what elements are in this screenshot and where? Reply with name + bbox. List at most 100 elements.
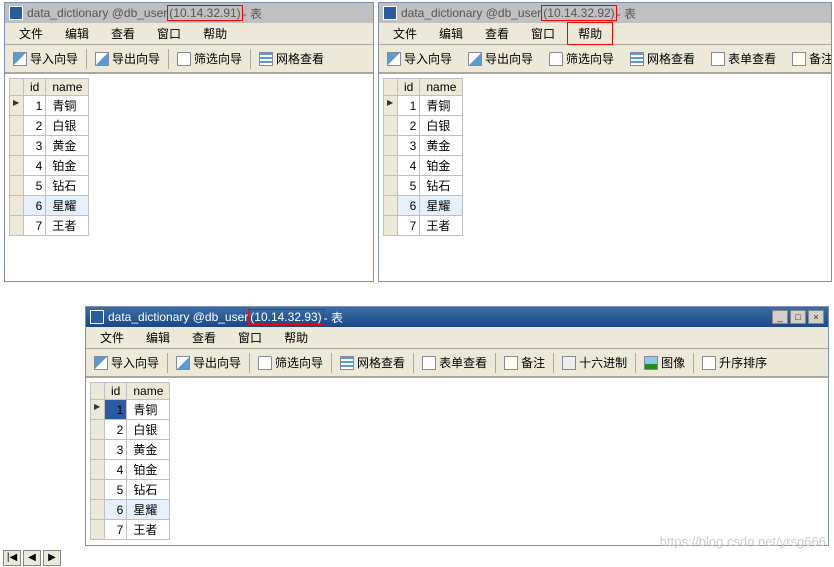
row-selector[interactable] (10, 216, 24, 236)
table-row[interactable]: 5钻石 (91, 480, 170, 500)
cell-name[interactable]: 钻石 (127, 480, 170, 500)
nav-prev[interactable]: ◀ (23, 550, 41, 566)
cell-name[interactable]: 白银 (46, 116, 89, 136)
toolbtn-hex[interactable]: 十六进制 (558, 352, 631, 373)
titlebar[interactable]: data_dictionary @db_user (10.14.32.92) -… (379, 3, 831, 23)
cell-id[interactable]: 6 (105, 500, 127, 520)
row-selector[interactable] (91, 420, 105, 440)
row-selector[interactable] (384, 116, 398, 136)
row-selector[interactable] (384, 176, 398, 196)
row-selector[interactable] (10, 176, 24, 196)
cell-name[interactable]: 星耀 (127, 500, 170, 520)
cell-name[interactable]: 铂金 (420, 156, 463, 176)
row-selector[interactable] (10, 136, 24, 156)
cell-id[interactable]: 4 (398, 156, 420, 176)
table-row[interactable]: 2白银 (384, 116, 463, 136)
row-selector[interactable] (384, 96, 398, 116)
cell-name[interactable]: 王者 (420, 216, 463, 236)
close-button[interactable]: × (808, 310, 824, 324)
titlebar[interactable]: data_dictionary @db_user (10.14.32.93) -… (86, 307, 828, 327)
col-name[interactable]: name (127, 383, 170, 400)
cell-name[interactable]: 铂金 (46, 156, 89, 176)
corner-cell[interactable] (384, 79, 398, 96)
titlebar[interactable]: data_dictionary @db_user (10.14.32.91) -… (5, 3, 373, 23)
toolbtn-sort[interactable]: 升序排序 (698, 352, 771, 373)
menu-2[interactable]: 查看 (101, 23, 145, 44)
cell-name[interactable]: 青铜 (127, 400, 170, 420)
col-name[interactable]: name (420, 79, 463, 96)
cell-id[interactable]: 6 (24, 196, 46, 216)
cell-id[interactable]: 1 (398, 96, 420, 116)
menu-3[interactable]: 窗口 (228, 327, 272, 348)
table-row[interactable]: 1青铜 (384, 96, 463, 116)
toolbtn-note[interactable]: 备注 (788, 48, 831, 69)
cell-name[interactable]: 黄金 (127, 440, 170, 460)
cell-name[interactable]: 青铜 (420, 96, 463, 116)
table-row[interactable]: 2白银 (10, 116, 89, 136)
row-selector[interactable] (384, 216, 398, 236)
cell-id[interactable]: 2 (398, 116, 420, 136)
row-selector[interactable] (10, 116, 24, 136)
table-row[interactable]: 4铂金 (384, 156, 463, 176)
col-id[interactable]: id (24, 79, 46, 96)
menu-4[interactable]: 帮助 (193, 23, 237, 44)
table-row[interactable]: 7王者 (384, 216, 463, 236)
row-selector[interactable] (384, 196, 398, 216)
corner-cell[interactable] (10, 79, 24, 96)
col-id[interactable]: id (105, 383, 127, 400)
cell-name[interactable]: 白银 (420, 116, 463, 136)
cell-id[interactable]: 1 (105, 400, 127, 420)
row-selector[interactable] (91, 400, 105, 420)
row-selector[interactable] (91, 460, 105, 480)
table-row[interactable]: 3黄金 (91, 440, 170, 460)
toolbtn-grid[interactable]: 网格查看 (255, 48, 328, 69)
toolbtn-export[interactable]: 导出向导 (91, 48, 164, 69)
maximize-button[interactable]: □ (790, 310, 806, 324)
col-name[interactable]: name (46, 79, 89, 96)
data-grid[interactable]: idname1青铜2白银3黄金4铂金5钻石6星耀7王者 (383, 78, 463, 236)
menu-0[interactable]: 文件 (90, 327, 134, 348)
cell-id[interactable]: 2 (24, 116, 46, 136)
cell-id[interactable]: 4 (24, 156, 46, 176)
table-row[interactable]: 2白银 (91, 420, 170, 440)
cell-id[interactable]: 3 (398, 136, 420, 156)
menu-1[interactable]: 编辑 (429, 23, 473, 44)
cell-id[interactable]: 6 (398, 196, 420, 216)
toolbtn-note[interactable]: 备注 (500, 352, 549, 373)
menu-3[interactable]: 窗口 (521, 23, 565, 44)
data-grid[interactable]: idname1青铜2白银3黄金4铂金5钻石6星耀7王者 (9, 78, 89, 236)
menu-1[interactable]: 编辑 (136, 327, 180, 348)
table-row[interactable]: 3黄金 (384, 136, 463, 156)
table-row[interactable]: 6星耀 (10, 196, 89, 216)
toolbtn-import[interactable]: 导入向导 (9, 48, 82, 69)
cell-name[interactable]: 白银 (127, 420, 170, 440)
cell-name[interactable]: 铂金 (127, 460, 170, 480)
row-selector[interactable] (10, 156, 24, 176)
minimize-button[interactable]: _ (772, 310, 788, 324)
toolbtn-import[interactable]: 导入向导 (383, 48, 456, 69)
cell-name[interactable]: 黄金 (46, 136, 89, 156)
cell-name[interactable]: 黄金 (420, 136, 463, 156)
data-grid[interactable]: idname1青铜2白银3黄金4铂金5钻石6星耀7王者 (90, 382, 170, 540)
table-row[interactable]: 1青铜 (10, 96, 89, 116)
table-row[interactable]: 4铂金 (91, 460, 170, 480)
menu-0[interactable]: 文件 (383, 23, 427, 44)
cell-id[interactable]: 5 (398, 176, 420, 196)
table-row[interactable]: 5钻石 (384, 176, 463, 196)
menu-4[interactable]: 帮助 (274, 327, 318, 348)
row-selector[interactable] (384, 156, 398, 176)
table-row[interactable]: 5钻石 (10, 176, 89, 196)
cell-name[interactable]: 王者 (46, 216, 89, 236)
row-selector[interactable] (10, 96, 24, 116)
cell-id[interactable]: 1 (24, 96, 46, 116)
toolbtn-filter[interactable]: 筛选向导 (254, 352, 327, 373)
table-row[interactable]: 7王者 (91, 520, 170, 540)
menu-0[interactable]: 文件 (9, 23, 53, 44)
cell-name[interactable]: 王者 (127, 520, 170, 540)
menu-1[interactable]: 编辑 (55, 23, 99, 44)
menu-2[interactable]: 查看 (182, 327, 226, 348)
table-row[interactable]: 3黄金 (10, 136, 89, 156)
toolbtn-form[interactable]: 表单查看 (418, 352, 491, 373)
cell-id[interactable]: 7 (24, 216, 46, 236)
cell-id[interactable]: 7 (398, 216, 420, 236)
